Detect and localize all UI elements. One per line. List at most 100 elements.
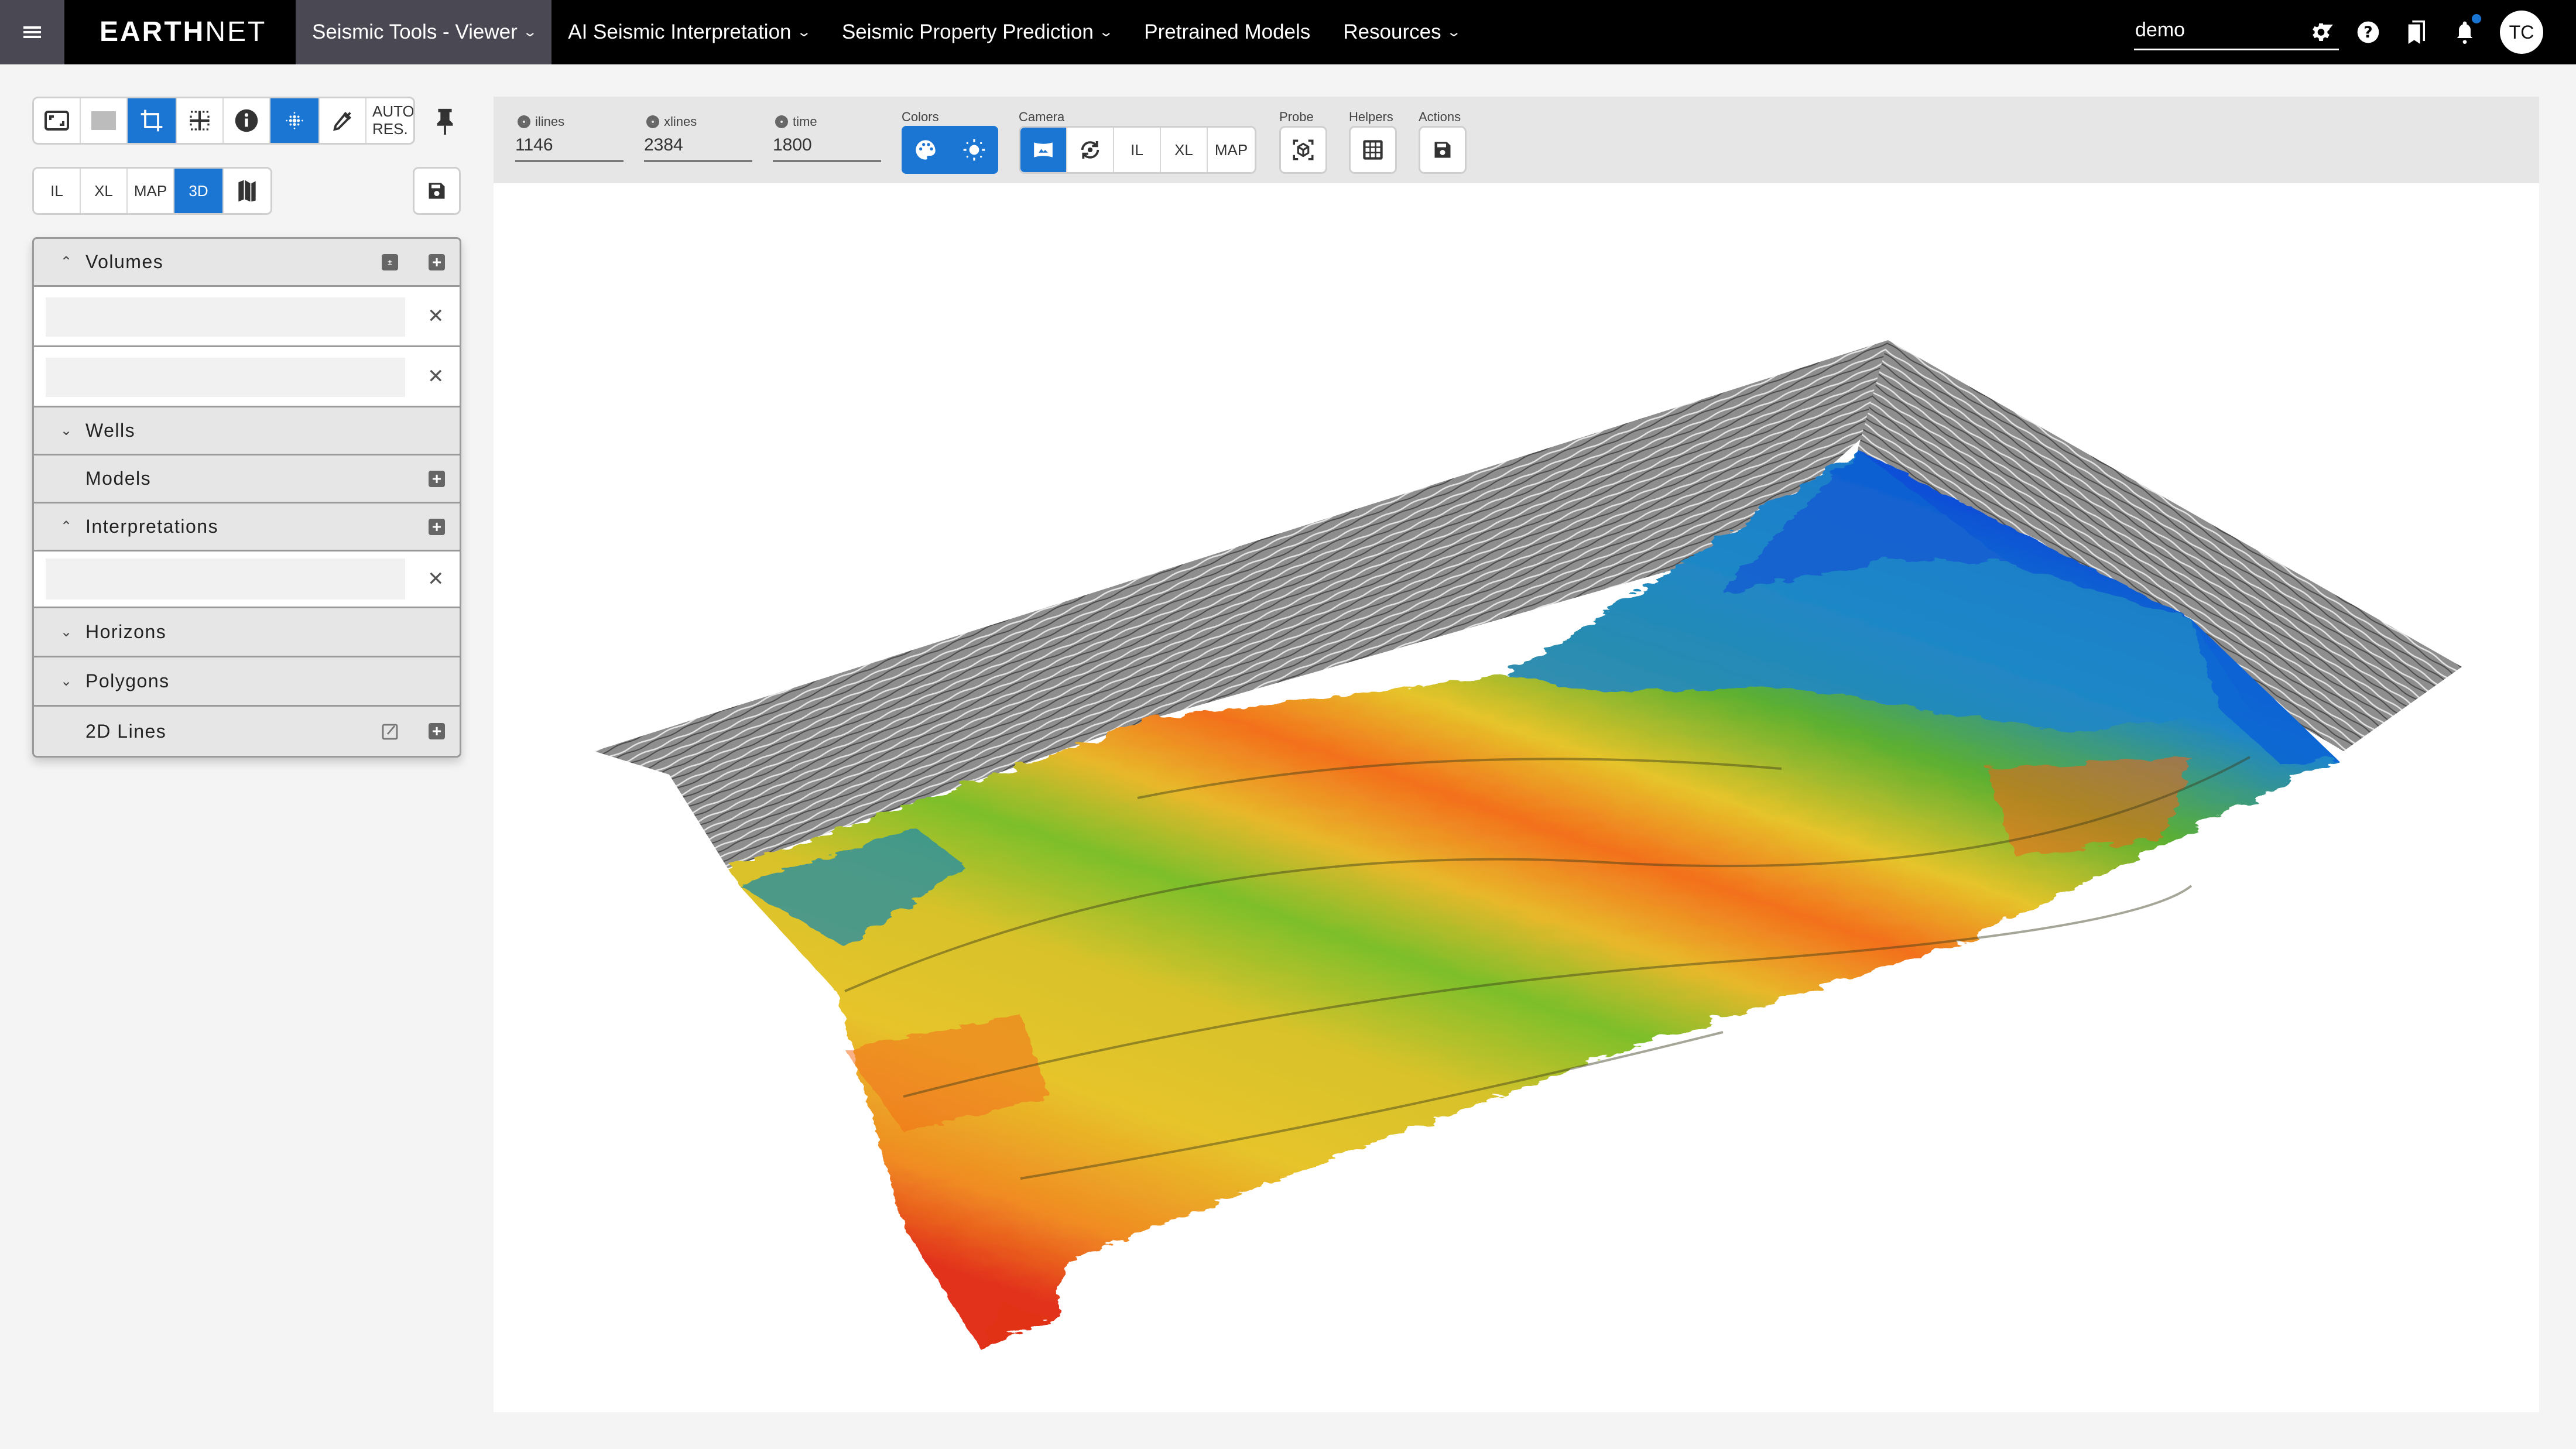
add-volume-icon[interactable]: + [429, 254, 445, 270]
volume-item: ✕ [34, 287, 460, 347]
interpretation-select-field[interactable] [46, 559, 405, 600]
notification-badge [2472, 14, 2481, 23]
add-interpretation-icon[interactable]: + [429, 518, 445, 535]
settings-button[interactable] [2306, 18, 2335, 47]
chevron-down-icon[interactable]: ⌄ [60, 422, 72, 439]
il-label: IL [1131, 141, 1143, 159]
actions-group-label: Actions [1419, 109, 1461, 124]
logo[interactable]: EARTHNET [100, 0, 266, 64]
bookmarks-button[interactable] [2402, 18, 2431, 47]
crop-button[interactable] [128, 98, 177, 143]
view-geo-map-button[interactable] [224, 169, 270, 213]
palette-icon [916, 140, 936, 160]
layer-section-interpretations[interactable]: ⌃ Interpretations + [34, 503, 460, 551]
grid-icon [1363, 140, 1383, 160]
open-external-icon[interactable] [382, 722, 398, 740]
info-button[interactable] [224, 98, 270, 143]
xlines-field[interactable]: xlines 2384 [644, 114, 752, 162]
chevron-down-icon: ⌄ [1098, 25, 1114, 39]
bookmarks-icon [2408, 20, 2425, 44]
calculator-icon[interactable]: ± [382, 254, 398, 270]
remove-volume-icon[interactable]: ✕ [427, 365, 444, 388]
ilines-field[interactable]: ilines 1146 [515, 114, 624, 162]
colormap-button[interactable] [902, 126, 950, 174]
layer-section-models[interactable]: Models + [34, 455, 460, 503]
section-label: Models [85, 468, 152, 489]
il-label: IL [50, 181, 63, 200]
add-2d-line-icon[interactable]: + [429, 723, 445, 739]
logo-bold: EARTH [100, 16, 205, 47]
split-grid-button[interactable] [177, 98, 224, 143]
save-icon [429, 183, 445, 199]
layer-section-horizons[interactable]: ⌄ Horizons [34, 608, 460, 657]
save-view-button[interactable] [413, 167, 461, 215]
section-label: Horizons [85, 621, 167, 642]
layer-section-2d-lines[interactable]: 2D Lines + [34, 707, 460, 756]
fit-screen-icon [44, 111, 69, 131]
camera-default-button[interactable] [1020, 128, 1067, 172]
remove-interpretation-icon[interactable]: ✕ [427, 567, 444, 591]
volume-select-field[interactable] [46, 358, 405, 397]
fit-screen-button[interactable] [34, 98, 81, 143]
xl-label: XL [1174, 141, 1193, 159]
nav-pretrained-models[interactable]: Pretrained Models [1128, 0, 1327, 64]
eye-icon[interactable] [646, 115, 659, 128]
auto-resolution-button[interactable]: AUTO RES. [366, 98, 413, 143]
chevron-down-icon: ⌄ [1445, 25, 1461, 39]
bell-icon [2457, 21, 2473, 44]
main-nav: Seismic Tools - Viewer ⌄ AI Seismic Inter… [296, 0, 1475, 64]
nav-seismic-property-prediction[interactable]: Seismic Property Prediction ⌄ [825, 0, 1128, 64]
viewer-toolbar: ilines 1146 xlines 2384 time 1800 Colors… [494, 97, 2539, 183]
eyedropper-button[interactable] [320, 98, 366, 143]
pin-panel-button[interactable] [434, 107, 458, 136]
help-button[interactable]: ? [2354, 18, 2383, 47]
probe-button[interactable] [1279, 126, 1327, 174]
view-tools-toolbar: AUTO RES. [32, 97, 415, 145]
layer-section-wells[interactable]: ⌄ Wells [34, 407, 460, 455]
remove-volume-icon[interactable]: ✕ [427, 304, 444, 328]
volume-select-field[interactable] [46, 297, 405, 337]
nav-ai-seismic-interpretation[interactable]: AI Seismic Interpretation ⌄ [551, 0, 825, 64]
camera-map-button[interactable]: MAP [1208, 128, 1255, 172]
camera-rotate-button[interactable] [1067, 128, 1114, 172]
layer-section-polygons[interactable]: ⌄ Polygons [34, 657, 460, 707]
camera-il-button[interactable]: IL [1114, 128, 1161, 172]
menu-button[interactable] [0, 0, 64, 64]
brightness-button[interactable] [950, 126, 999, 174]
view-xl-button[interactable]: XL [81, 169, 128, 213]
field-label: time [793, 114, 817, 129]
nav-resources[interactable]: Resources ⌄ [1327, 0, 1475, 64]
point-density-button[interactable] [270, 98, 320, 143]
3d-seismic-canvas[interactable] [494, 183, 2539, 1412]
background-toggle-button[interactable] [81, 98, 128, 143]
add-model-icon[interactable]: + [429, 470, 445, 487]
pin-icon [437, 108, 453, 135]
chevron-up-icon[interactable]: ⌃ [60, 518, 72, 535]
layer-section-volumes[interactable]: ⌃ Volumes ± + [34, 239, 460, 287]
actions-save-button[interactable] [1419, 126, 1467, 174]
eye-icon[interactable] [518, 115, 530, 128]
helpers-grid-button[interactable] [1349, 126, 1397, 174]
helpers-group-label: Helpers [1349, 109, 1393, 124]
view-il-button[interactable]: IL [34, 169, 81, 213]
camera-group-label: Camera [1019, 109, 1065, 124]
project-select-value: demo [2135, 19, 2186, 41]
auto-res-label: AUTO RES. [372, 102, 415, 138]
section-label: Polygons [85, 670, 170, 691]
camera-xl-button[interactable]: XL [1161, 128, 1208, 172]
user-avatar[interactable]: TC [2500, 11, 2543, 54]
time-value: 1800 [773, 135, 812, 155]
chevron-down-icon[interactable]: ⌄ [60, 673, 72, 690]
eye-icon[interactable] [775, 115, 788, 128]
map-label: MAP [1214, 141, 1248, 159]
chevron-up-icon[interactable]: ⌃ [60, 254, 72, 270]
view-map-button[interactable]: MAP [128, 169, 174, 213]
time-field[interactable]: time 1800 [773, 114, 881, 162]
map-icon [238, 180, 256, 202]
brightness-icon [963, 139, 985, 161]
chevron-down-icon[interactable]: ⌄ [60, 624, 72, 640]
view-3d-button[interactable]: 3D [174, 169, 224, 213]
nav-label: Pretrained Models [1144, 20, 1311, 43]
svg-text:?: ? [2363, 23, 2372, 42]
nav-seismic-tools-viewer[interactable]: Seismic Tools - Viewer ⌄ [296, 0, 552, 64]
